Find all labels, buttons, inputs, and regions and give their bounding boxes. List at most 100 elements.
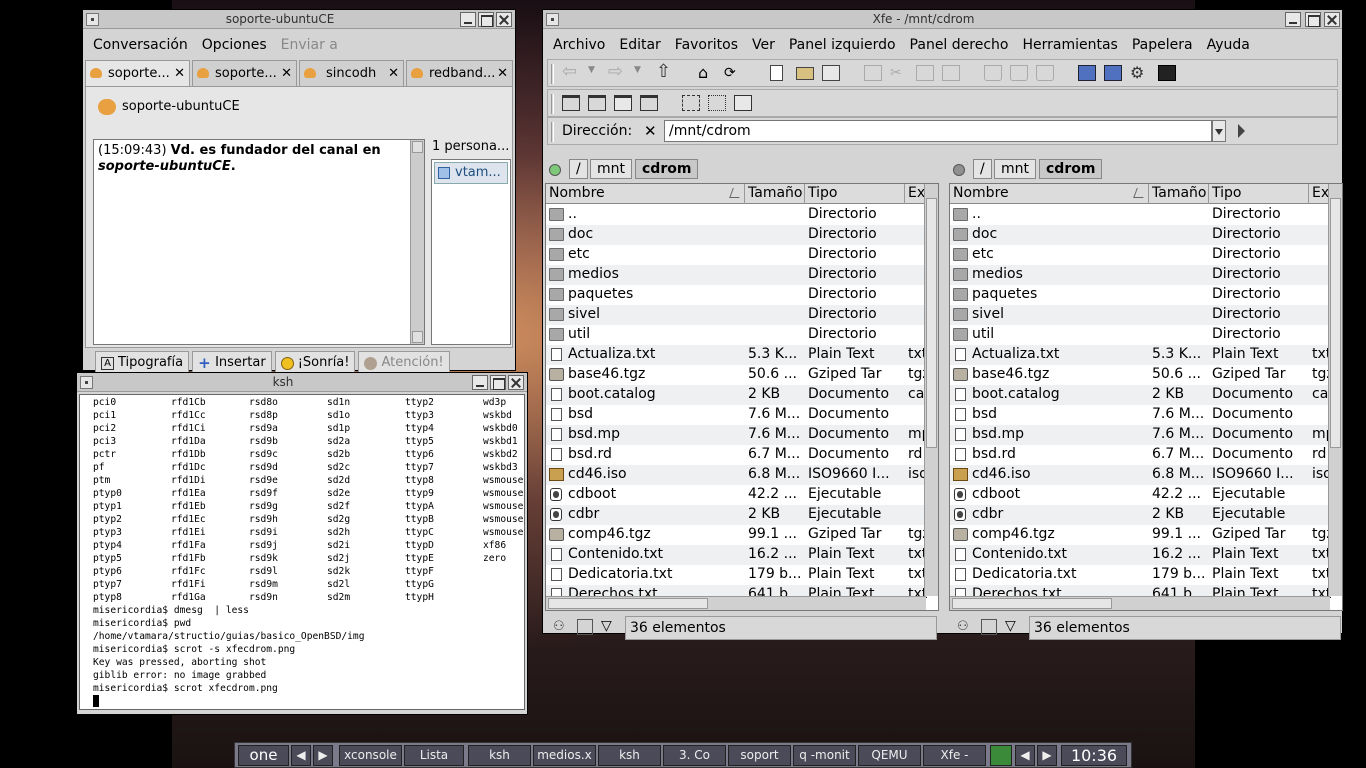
file-list[interactable]: Nombre Tamaño Tipo Ex .. Directorio doc Dir… — [545, 183, 939, 611]
file-list-vertical-scrollbar[interactable] — [924, 184, 938, 596]
file-row[interactable]: etc Directorio — [546, 245, 926, 265]
file-row[interactable]: doc Directorio — [546, 225, 926, 245]
tab-soporte-1[interactable]: soporte... ✕ — [85, 60, 190, 87]
scrollbar-thumb[interactable] — [952, 598, 1112, 609]
file-row[interactable]: cd46.iso 6.8 M... ISO9660 I... iso — [950, 465, 1332, 485]
close-button[interactable] — [508, 375, 524, 390]
column-type[interactable]: Tipo — [1209, 184, 1309, 204]
big-icons-view-icon[interactable] — [682, 95, 700, 111]
menu-herramientas[interactable]: Herramientas — [1022, 37, 1117, 53]
maximize-button[interactable] — [490, 375, 506, 390]
chat-titlebar[interactable]: soporte-ubuntuCE — [83, 10, 515, 29]
file-row[interactable]: .. Directorio — [950, 205, 1330, 225]
user-list[interactable]: vtam... — [431, 159, 511, 345]
file-row[interactable]: bsd.mp7.6 M...Documentomp — [546, 425, 928, 445]
copy-icon[interactable] — [864, 65, 882, 81]
forward-arrow-icon[interactable]: ⇨ — [608, 63, 626, 81]
prev-task-arrow-icon[interactable]: ◀ — [1015, 745, 1035, 766]
task-soporte[interactable]: soport — [728, 745, 791, 766]
network-status-icon[interactable] — [990, 745, 1012, 766]
cut-icon[interactable]: ✂ — [890, 65, 908, 81]
file-row[interactable]: Actualiza.txt 5.3 K... Plain Text txt — [950, 345, 1331, 365]
task-xfe[interactable]: Xfe - — [923, 745, 986, 766]
new-window-icon[interactable] — [1078, 65, 1096, 81]
scrollbar-thumb[interactable] — [548, 598, 708, 609]
maximize-button[interactable] — [1305, 12, 1321, 27]
file-row[interactable]: etc Directorio — [950, 245, 1330, 265]
tab-close-icon[interactable]: ✕ — [174, 66, 185, 81]
desktop-name[interactable]: one — [238, 745, 289, 766]
paste-icon[interactable] — [916, 65, 934, 81]
forward-history-chevron-icon[interactable]: ▼ — [634, 65, 652, 81]
thumbnails-icon[interactable] — [577, 619, 593, 635]
menu-panel-derecho[interactable]: Panel derecho — [910, 37, 1009, 53]
menu-conversacion[interactable]: Conversación — [93, 37, 188, 53]
delete-icon[interactable] — [1036, 65, 1054, 81]
tab-sincodh[interactable]: sincodh ✕ — [299, 60, 404, 86]
file-row[interactable]: Actualiza.txt 5.3 K... Plain Text txt — [546, 345, 927, 365]
trash-icon[interactable] — [984, 65, 1002, 81]
maximize-button[interactable] — [478, 12, 494, 27]
file-row[interactable]: Dedicatoria.txt 179 b... Plain Text txt — [546, 565, 927, 585]
file-row[interactable]: bsd.mp7.6 M...Documentomp — [950, 425, 1332, 445]
file-row[interactable]: boot.catalog 2 KB Documento cat — [950, 385, 1332, 405]
window-menu-button[interactable] — [546, 13, 559, 26]
hidden-files-icon[interactable]: ⚇ — [553, 619, 569, 635]
chat-log[interactable]: (15:09:43) Vd. es fundador del canal en … — [93, 139, 425, 345]
refresh-icon[interactable]: ⟳ — [724, 65, 742, 81]
close-button[interactable] — [1324, 12, 1340, 27]
task-xconsole[interactable]: xconsole — [339, 745, 402, 766]
column-name[interactable]: Nombre — [546, 184, 745, 204]
task-lista[interactable]: Lista — [404, 745, 464, 766]
menu-editar[interactable]: Editar — [619, 37, 660, 53]
xfe-titlebar[interactable]: Xfe - /mnt/cdrom — [543, 10, 1342, 29]
open-icon[interactable] — [822, 65, 840, 81]
clear-address-icon[interactable]: ✕ — [644, 122, 657, 140]
file-row[interactable]: cd46.iso 6.8 M... ISO9660 I... iso — [546, 465, 928, 485]
file-row[interactable]: comp46.tgz 99.1 ... Gziped Tar tgz — [950, 525, 1332, 545]
file-row[interactable]: comp46.tgz 99.1 ... Gziped Tar tgz — [546, 525, 928, 545]
file-row[interactable]: cdbr 2 KB Ejecutable — [546, 505, 926, 525]
back-arrow-icon[interactable]: ⇦ — [562, 63, 580, 81]
menu-opciones[interactable]: Opciones — [202, 37, 267, 53]
small-icons-view-icon[interactable] — [708, 95, 726, 111]
terminal-titlebar[interactable]: ksh — [77, 373, 527, 392]
tab-redband[interactable]: redband... ✕ — [406, 60, 513, 86]
file-row[interactable]: medios Directorio — [950, 265, 1330, 285]
new-root-window-icon[interactable] — [1104, 65, 1122, 81]
column-size[interactable]: Tamaño — [1149, 184, 1209, 204]
tab-close-icon[interactable]: ✕ — [497, 66, 508, 81]
menu-papelera[interactable]: Papelera — [1132, 37, 1193, 53]
file-row[interactable]: paquetes Directorio — [546, 285, 926, 305]
breadcrumb-cdrom[interactable]: cdrom — [635, 159, 699, 179]
breadcrumb-cdrom[interactable]: cdrom — [1039, 159, 1103, 179]
scrollbar-thumb[interactable] — [1330, 198, 1341, 448]
breadcrumb-root[interactable]: / — [973, 159, 992, 179]
terminal-icon[interactable] — [1158, 65, 1176, 81]
gears-icon[interactable]: ⚙ — [1130, 65, 1148, 81]
tab-soporte-2[interactable]: soporte... ✕ — [192, 60, 297, 86]
toolbar-grip[interactable] — [551, 64, 554, 84]
new-file-icon[interactable] — [770, 65, 783, 81]
terminal-screen[interactable]: pci0 rfd1Cb rsd8o sd1n ttyp2 wd3p pci1 rfd1Cc rs… — [79, 394, 525, 710]
task-ksh[interactable]: ksh — [468, 745, 531, 766]
tab-close-icon[interactable]: ✕ — [281, 66, 292, 81]
scrollbar-thumb[interactable] — [926, 198, 937, 448]
thumbnails-icon[interactable] — [981, 619, 997, 635]
one-panel-view-icon[interactable] — [562, 95, 580, 111]
breadcrumb-mnt[interactable]: mnt — [994, 159, 1036, 179]
file-row[interactable]: paquetes Directorio — [950, 285, 1330, 305]
file-list-horizontal-scrollbar[interactable] — [546, 596, 926, 610]
minimize-button[interactable] — [460, 12, 476, 27]
two-panels-view-icon[interactable] — [614, 95, 632, 111]
file-row[interactable]: bsd.rd 6.7 M... Documento rd — [950, 445, 1330, 465]
file-row[interactable]: medios Directorio — [546, 265, 926, 285]
address-history-dropdown[interactable] — [1212, 120, 1226, 142]
minimize-button[interactable] — [1285, 12, 1301, 27]
task-qemu-monitor[interactable]: q -monit — [793, 745, 856, 766]
prev-desktop-arrow-icon[interactable]: ◀ — [291, 745, 311, 766]
file-list-vertical-scrollbar[interactable] — [1328, 184, 1342, 596]
toolbar-grip[interactable] — [551, 94, 554, 114]
column-type[interactable]: Tipo — [805, 184, 905, 204]
task-medios[interactable]: medios.x — [533, 745, 596, 766]
